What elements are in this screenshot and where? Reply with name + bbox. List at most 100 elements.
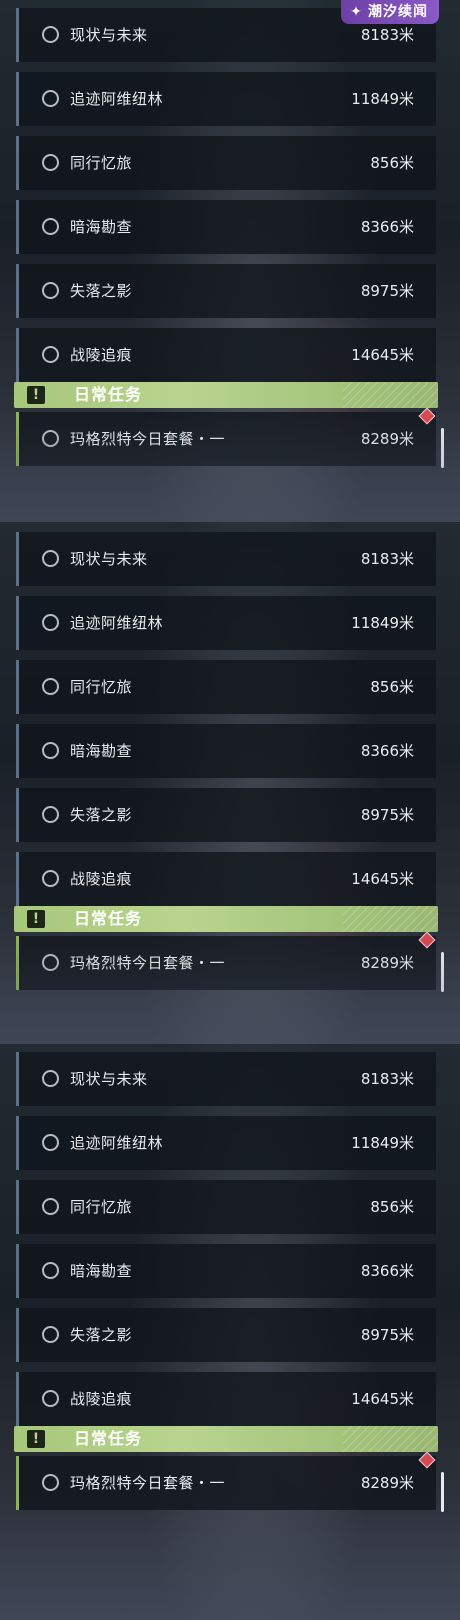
- quest-distance: 8289米: [360, 1474, 414, 1492]
- quest-distance: 8183米: [360, 1070, 414, 1088]
- quest-distance: 14645米: [351, 346, 414, 364]
- quest-item[interactable]: 战陵追痕 14645米: [16, 328, 436, 382]
- quest-item[interactable]: 现状与未来 8183米: [16, 1052, 436, 1106]
- quest-tracker-screens: 现状与未来 8183米 追迹阿维纽林 11849米 同行忆旅 856米 暗海勘查 8366米失…: [0, 0, 460, 1620]
- exclamation-icon: !: [27, 1430, 45, 1448]
- quest-distance: 8975米: [360, 282, 414, 300]
- section-title: 日常任务: [74, 385, 143, 404]
- radio-circle-icon[interactable]: [42, 954, 59, 971]
- radio-circle-icon[interactable]: [42, 678, 59, 695]
- exclamation-icon: !: [27, 910, 45, 928]
- quest-name: 现状与未来: [70, 1070, 148, 1088]
- radio-circle-icon[interactable]: [42, 1134, 59, 1151]
- quest-item[interactable]: 暗海勘查 8366米: [16, 200, 436, 254]
- radio-circle-icon[interactable]: [42, 742, 59, 759]
- quest-item[interactable]: 暗海勘查 8366米: [16, 724, 436, 778]
- radio-circle-icon[interactable]: [42, 282, 59, 299]
- quest-name: 失落之影: [70, 1326, 133, 1344]
- quest-name: 同行忆旅: [70, 1198, 133, 1216]
- quest-panel: 现状与未来 8183米追迹阿维纽林 11849米同行忆旅 856米暗海勘查 8366米失…: [0, 1044, 460, 1620]
- radio-circle-icon[interactable]: [42, 1262, 59, 1279]
- quest-item[interactable]: 战陵追痕 14645米: [16, 1372, 436, 1426]
- quest-distance: 11849米: [351, 1134, 414, 1152]
- quest-name: 失落之影: [70, 282, 133, 300]
- scrollbar-thumb[interactable]: [441, 952, 444, 992]
- quest-distance: 8366米: [360, 218, 414, 236]
- quest-panel: 现状与未来 8183米追迹阿维纽林 11849米同行忆旅 856米暗海勘查 8366米失…: [0, 522, 460, 1044]
- header-stripe-decoration: [343, 906, 438, 932]
- quest-distance: 8289米: [360, 430, 414, 448]
- quest-item[interactable]: 失落之影 8975米: [16, 788, 436, 842]
- daily-quests-header: ! 日常任务: [14, 1426, 438, 1452]
- section-title: 日常任务: [74, 1429, 143, 1448]
- quest-name: 追迹阿维纽林: [70, 90, 164, 108]
- quest-name: 玛格烈特今日套餐・一: [70, 430, 226, 448]
- quest-distance: 8366米: [360, 1262, 414, 1280]
- radio-circle-icon[interactable]: [42, 1390, 59, 1407]
- quest-item[interactable]: 暗海勘查 8366米: [16, 1244, 436, 1298]
- radio-circle-icon[interactable]: [42, 90, 59, 107]
- quest-panel: 现状与未来 8183米 追迹阿维纽林 11849米 同行忆旅 856米 暗海勘查 8366米失…: [0, 0, 460, 522]
- quest-item[interactable]: 失落之影 8975米: [16, 264, 436, 318]
- radio-circle-icon[interactable]: [42, 1326, 59, 1343]
- radio-circle-icon[interactable]: [42, 550, 59, 567]
- radio-circle-icon[interactable]: [42, 346, 59, 363]
- daily-quests-header: ! 日常任务: [14, 382, 438, 408]
- quest-distance: 14645米: [351, 1390, 414, 1408]
- header-stripe-decoration: [343, 382, 438, 408]
- quest-item[interactable]: 现状与未来 8183米: [16, 532, 436, 586]
- quest-item[interactable]: 战陵追痕 14645米: [16, 852, 436, 906]
- quest-item[interactable]: 失落之影 8975米: [16, 1308, 436, 1362]
- quest-name: 暗海勘查: [70, 742, 133, 760]
- quest-name: 同行忆旅: [70, 678, 133, 696]
- watermark-badge: ✦ 潮汐续闻: [341, 0, 439, 24]
- quest-distance: 856米: [370, 154, 414, 172]
- watermark-text: 潮汐续闻: [368, 4, 428, 20]
- quest-item[interactable]: 同行忆旅 856米: [16, 660, 436, 714]
- quest-item[interactable]: 同行忆旅 856米: [16, 136, 436, 190]
- quest-name: 玛格烈特今日套餐・一: [70, 1474, 226, 1492]
- quest-distance: 856米: [370, 678, 414, 696]
- daily-quests-header: ! 日常任务: [14, 906, 438, 932]
- radio-circle-icon[interactable]: [42, 430, 59, 447]
- quest-distance: 14645米: [351, 870, 414, 888]
- radio-circle-icon[interactable]: [42, 218, 59, 235]
- radio-circle-icon[interactable]: [42, 1198, 59, 1215]
- quest-name: 现状与未来: [70, 550, 148, 568]
- daily-quest-item[interactable]: 玛格烈特今日套餐・一 8289米: [16, 936, 436, 990]
- quest-distance: 8289米: [360, 954, 414, 972]
- quest-name: 现状与未来: [70, 26, 148, 44]
- radio-circle-icon[interactable]: [42, 614, 59, 631]
- quest-distance: 11849米: [351, 614, 414, 632]
- quest-name: 战陵追痕: [70, 1390, 133, 1408]
- scrollbar-thumb[interactable]: [441, 428, 444, 468]
- quest-distance: 8183米: [360, 550, 414, 568]
- radio-circle-icon[interactable]: [42, 806, 59, 823]
- quest-name: 暗海勘查: [70, 218, 133, 236]
- quest-item[interactable]: 追迹阿维纽林 11849米: [16, 72, 436, 126]
- quest-distance: 8366米: [360, 742, 414, 760]
- quest-name: 战陵追痕: [70, 346, 133, 364]
- quest-name: 追迹阿维纽林: [70, 1134, 164, 1152]
- radio-circle-icon[interactable]: [42, 154, 59, 171]
- quest-distance: 8975米: [360, 1326, 414, 1344]
- quest-name: 暗海勘查: [70, 1262, 133, 1280]
- radio-circle-icon[interactable]: [42, 870, 59, 887]
- star-logo-icon: ✦: [350, 4, 362, 20]
- quest-name: 战陵追痕: [70, 870, 133, 888]
- quest-item[interactable]: 同行忆旅 856米: [16, 1180, 436, 1234]
- radio-circle-icon[interactable]: [42, 1474, 59, 1491]
- scrollbar-thumb[interactable]: [441, 1472, 444, 1512]
- daily-quest-item[interactable]: 玛格烈特今日套餐・一 8289米: [16, 412, 436, 466]
- quest-item[interactable]: 追迹阿维纽林 11849米: [16, 596, 436, 650]
- header-stripe-decoration: [343, 1426, 438, 1452]
- daily-quest-item[interactable]: 玛格烈特今日套餐・一 8289米: [16, 1456, 436, 1510]
- quest-distance: 8975米: [360, 806, 414, 824]
- radio-circle-icon[interactable]: [42, 1070, 59, 1087]
- quest-name: 同行忆旅: [70, 154, 133, 172]
- exclamation-icon: !: [27, 386, 45, 404]
- section-title: 日常任务: [74, 909, 143, 928]
- quest-distance: 11849米: [351, 90, 414, 108]
- quest-item[interactable]: 追迹阿维纽林 11849米: [16, 1116, 436, 1170]
- radio-circle-icon[interactable]: [42, 26, 59, 43]
